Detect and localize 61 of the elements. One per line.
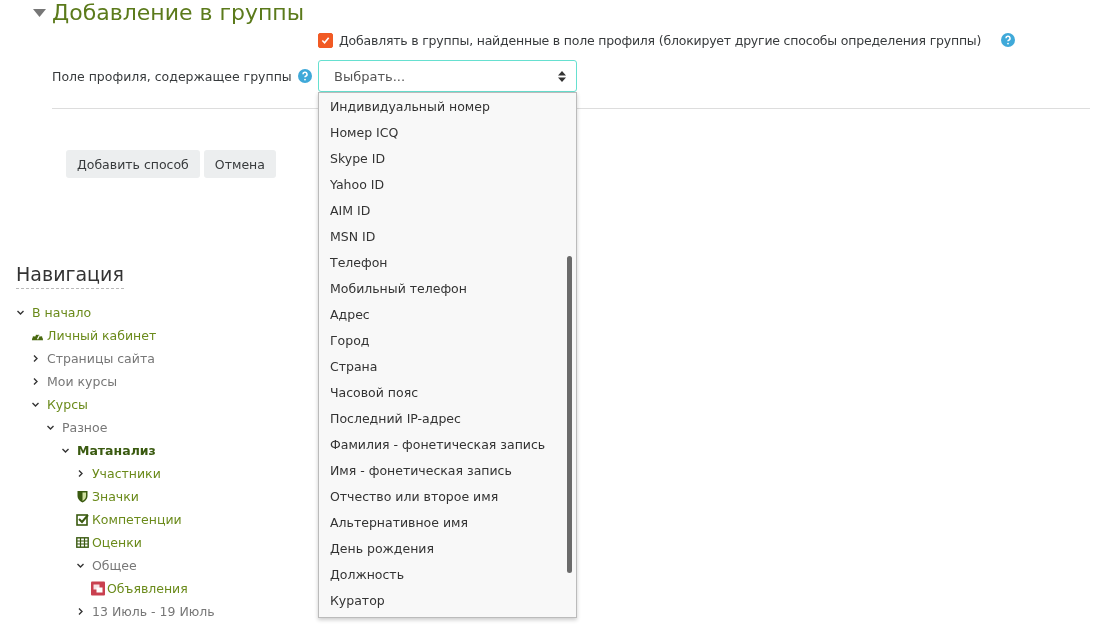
checkbox[interactable]	[318, 32, 333, 48]
chevron-down-icon[interactable]	[61, 446, 70, 455]
dropdown-option[interactable]: Куратор	[319, 588, 576, 614]
dropdown-option[interactable]: Адрес	[319, 302, 576, 328]
chevron-down-icon[interactable]	[16, 308, 25, 317]
collapse-triangle-icon[interactable]	[33, 9, 46, 17]
dropdown-option[interactable]: Город	[319, 328, 576, 354]
nav-link[interactable]: Разное	[62, 420, 108, 435]
dropdown-option[interactable]: Последний IP-адрес	[319, 406, 576, 432]
field-label: Поле профиля, содержащее группы	[52, 68, 292, 84]
table-icon	[76, 536, 89, 549]
nav-link[interactable]: 13 Июль - 19 Июль	[92, 604, 215, 619]
dropdown-option[interactable]: Имя - фонетическая запись	[319, 458, 576, 484]
select-dropdown[interactable]: Выбрать...	[318, 60, 577, 92]
dropdown-option[interactable]: MSN ID	[319, 224, 576, 250]
help-icon[interactable]	[1001, 33, 1016, 47]
chevron-right-icon[interactable]	[76, 469, 85, 478]
chevron-right-icon[interactable]	[31, 377, 40, 386]
chevron-down-icon[interactable]	[31, 400, 40, 409]
checkbox-label: Добавлять в группы, найденные в поле профиля (блокирует другие способы определения группы)	[339, 32, 982, 48]
help-icon[interactable]	[297, 69, 312, 83]
forum-icon	[91, 581, 105, 596]
dropdown-option[interactable]: День рождения	[319, 536, 576, 562]
dropdown-option[interactable]: Yahoo ID	[319, 172, 576, 198]
chevron-right-icon[interactable]	[31, 354, 40, 363]
chevron-right-icon[interactable]	[76, 607, 85, 616]
dropdown-option[interactable]: AIM ID	[319, 198, 576, 224]
nav-link[interactable]: Участники	[92, 466, 161, 481]
dropdown-option[interactable]: Часовой пояс	[319, 380, 576, 406]
form-button[interactable]: Добавить способ	[66, 150, 200, 178]
dropdown-option[interactable]: Номер ICQ	[319, 120, 576, 146]
dropdown-option[interactable]: Индивидуальный номер	[319, 94, 576, 120]
checked-box-icon	[76, 513, 89, 526]
dropdown-option[interactable]: Skype ID	[319, 146, 576, 172]
scrollbar-thumb[interactable]	[567, 256, 572, 573]
nav-link[interactable]: Объявления	[107, 581, 188, 596]
dropdown-option[interactable]: Должность	[319, 562, 576, 588]
nav-link[interactable]: Компетенции	[92, 512, 182, 527]
shield-icon	[76, 490, 89, 503]
nav-link[interactable]: Мои курсы	[47, 374, 118, 389]
dropdown-option[interactable]: Страна	[319, 354, 576, 380]
nav-link[interactable]: Матанализ	[77, 443, 156, 458]
nav-link[interactable]: Оценки	[92, 535, 142, 550]
chevron-down-icon[interactable]	[76, 561, 85, 570]
dropdown-option[interactable]: Отчество или второе имя	[319, 484, 576, 510]
nav-link[interactable]: Личный кабинет	[47, 328, 157, 343]
nav-link[interactable]: В начало	[32, 305, 92, 320]
nav-link[interactable]: Курсы	[47, 397, 88, 412]
nav-link[interactable]: Значки	[92, 489, 139, 504]
dropdown-option[interactable]: Альтернативное имя	[319, 510, 576, 536]
chevron-down-icon[interactable]	[46, 423, 55, 432]
dropdown-option[interactable]: Мобильный телефон	[319, 276, 576, 302]
sort-arrows-icon	[558, 70, 566, 82]
nav-link[interactable]: Общее	[92, 558, 137, 573]
dropdown-option[interactable]: Телефон	[319, 250, 576, 276]
dropdown-option[interactable]: Фамилия - фонетическая запись	[319, 432, 576, 458]
nav-link[interactable]: Страницы сайта	[47, 351, 155, 366]
navigation-title: Навигация	[16, 262, 124, 289]
section-title: Добавление в группы	[52, 0, 305, 26]
checkmark-icon	[321, 35, 330, 45]
form-button[interactable]: Отмена	[203, 150, 276, 178]
